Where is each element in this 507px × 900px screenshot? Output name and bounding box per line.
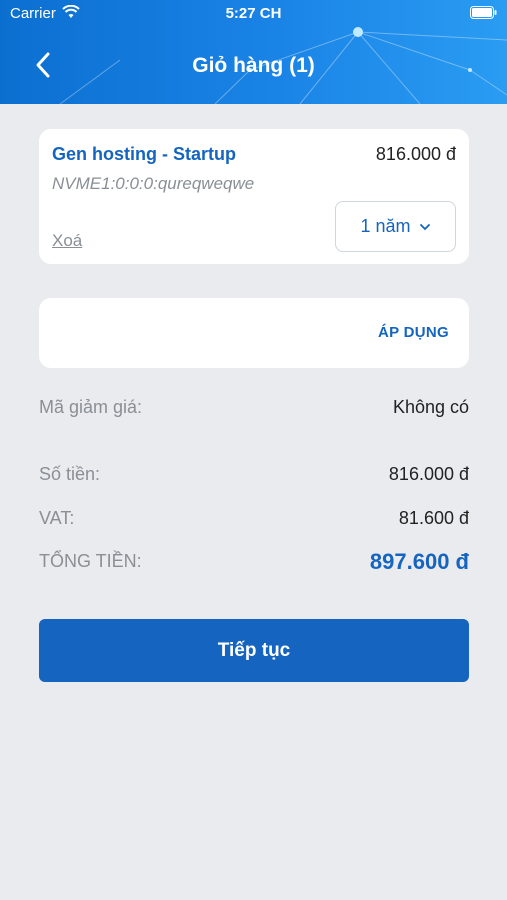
status-bar: Carrier 5:27 CH [0,0,507,26]
status-time: 5:27 CH [225,5,282,22]
battery-icon [470,6,497,19]
product-domain: NVME1:0:0:0:qureqweqwe [52,174,255,193]
coupon-code-input[interactable] [53,318,353,348]
chevron-down-icon [419,223,430,230]
discount-value: Không có [392,397,469,417]
subtotal-label: Số tiền: [39,464,101,484]
period-value: 1 năm [360,216,411,236]
vat-label: VAT: [39,508,75,528]
total-value: 897.600 đ [369,549,469,574]
cart-item-card: Gen hosting - Startup 816.000 đ NVME1:0:… [39,129,469,264]
apply-coupon-button[interactable]: ÁP DỤNG [378,324,449,341]
remove-item-link[interactable]: Xoá [52,231,82,251]
coupon-box: ÁP DỤNG [39,298,469,368]
product-price: 816.000 đ [375,144,456,164]
page-title: Giỏ hàng (1) [192,54,315,77]
discount-label: Mã giảm giá: [39,397,143,417]
period-dropdown[interactable]: 1 năm [335,201,456,252]
product-name: Gen hosting - Startup [52,144,236,164]
continue-button-label: Tiếp tục [217,639,291,661]
total-label: TỔNG TIỀN: [39,551,142,571]
subtotal-value: 816.000 đ [388,464,469,484]
vat-value: 81.600 đ [398,508,469,528]
continue-button[interactable]: Tiếp tục [39,619,469,682]
header-bar: Carrier 5:27 CH Giỏ hàng (1) [0,0,507,104]
